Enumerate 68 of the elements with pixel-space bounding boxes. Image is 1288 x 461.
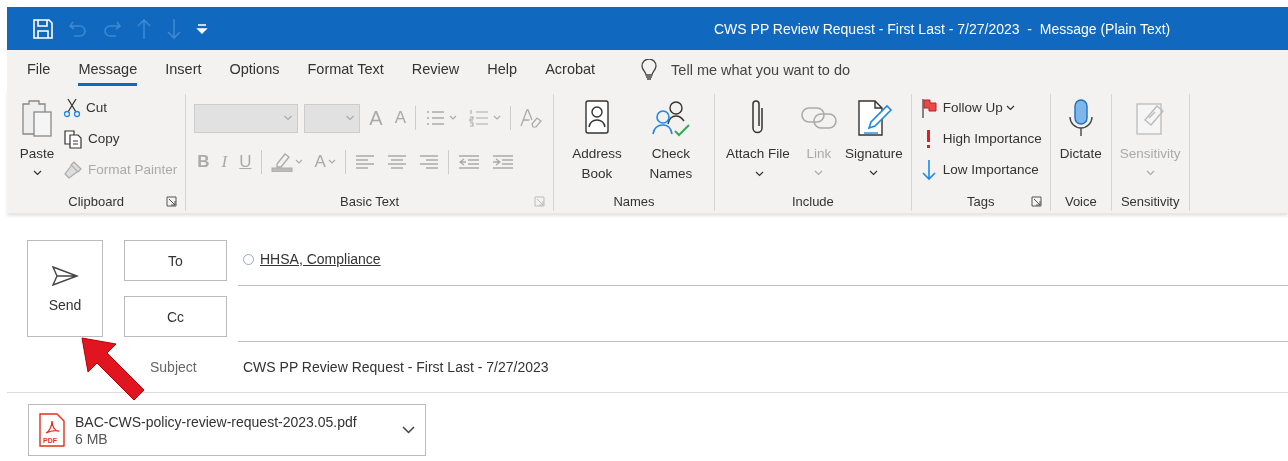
ribbon-button[interactable]: High Importance: [919, 127, 1042, 150]
ribbon-tab[interactable]: Acrobat: [545, 54, 596, 86]
group-label: Voice: [1064, 193, 1097, 209]
tell-me-search[interactable]: Tell me what you want to do: [641, 59, 851, 81]
arrow-annotation-icon: [80, 336, 146, 402]
subject-label: Subject: [150, 359, 198, 375]
down-arrow-icon: [919, 158, 938, 181]
button-label: Signature: [844, 145, 903, 163]
button-label: Follow Up: [942, 100, 1015, 115]
button-label: Attach File: [722, 144, 793, 184]
button-label: Dictate: [1059, 145, 1102, 163]
ribbon-button[interactable]: Check Names: [635, 94, 706, 191]
button-label: Copy: [88, 131, 120, 146]
ribbon-tab[interactable]: Message: [78, 54, 138, 86]
button-label: Sensitivity: [1119, 145, 1181, 163]
ribbon-button[interactable]: Address Book: [561, 94, 632, 191]
window-title: CWS PP Review Request - First Last - 7/27/2023 - Message (Plain Text): [714, 20, 1171, 37]
save-icon[interactable]: [32, 17, 54, 40]
scissors-icon: [63, 97, 81, 118]
ribbon-button[interactable]: Paste: [15, 94, 59, 191]
send-button[interactable]: Send: [27, 240, 103, 337]
paintbrush-icon: [63, 159, 83, 180]
button-label: Format Painter: [88, 162, 178, 177]
customize-icon[interactable]: [196, 22, 208, 35]
people-check-icon: [649, 98, 692, 138]
group-label: Include: [791, 193, 834, 209]
attachment-size: 6 MB: [75, 430, 109, 447]
send-icon: [51, 264, 79, 287]
attachment-name: BAC-CWS-policy-review-request-2023.05.pdf: [75, 413, 358, 430]
chevron-down-icon[interactable]: [402, 426, 415, 434]
copy-pages-icon: [63, 128, 83, 149]
button-label: Check Names: [648, 145, 694, 183]
ribbon-button[interactable]: Follow Up: [919, 96, 1042, 119]
button-label: Paste: [19, 145, 55, 163]
ribbon-tab[interactable]: Format Text: [307, 54, 384, 86]
ribbon-tab[interactable]: Insert: [165, 54, 202, 86]
ribbon-tab[interactable]: Help: [487, 54, 518, 86]
clipboard-icon: [20, 98, 54, 138]
group-label: Clipboard: [68, 193, 124, 209]
group-label: Sensitivity: [1120, 193, 1180, 209]
dialog-launcher-icon[interactable]: [1030, 195, 1042, 207]
exclamation-icon: [927, 129, 931, 148]
ribbon-button[interactable]: Signature: [844, 94, 903, 191]
ribbon-tab[interactable]: Review: [411, 54, 460, 86]
button-label: Cut: [86, 100, 107, 115]
ribbon-button[interactable]: Dictate: [1058, 94, 1103, 191]
button-label: Link: [806, 145, 832, 163]
ribbon-button[interactable]: Cut: [63, 96, 178, 119]
group-label: Tags: [967, 193, 995, 209]
cc-button[interactable]: Cc: [124, 296, 227, 337]
ribbon-button[interactable]: Low Importance: [919, 158, 1042, 181]
ribbon-button[interactable]: Attach File: [722, 94, 793, 191]
flag-icon: [919, 97, 938, 118]
ribbon-button[interactable]: Copy: [63, 127, 178, 150]
button-label: Address Book: [571, 145, 623, 183]
group-label: Basic Text: [340, 193, 400, 209]
dialog-launcher-icon[interactable]: [166, 195, 178, 207]
pdf-file-icon: [39, 413, 65, 447]
button-label: High Importance: [942, 131, 1042, 146]
button-label: Low Importance: [942, 162, 1039, 177]
tell-me-placeholder: Tell me what you want to do: [671, 62, 851, 78]
ribbon-tab[interactable]: File: [27, 54, 51, 86]
group-label: Names: [613, 193, 655, 209]
recipient-link[interactable]: HHSA, Compliance: [260, 251, 381, 267]
ribbon-tab[interactable]: Options: [229, 54, 280, 86]
to-button[interactable]: To: [124, 240, 227, 281]
lightbulb-icon: [641, 59, 658, 81]
subject-field[interactable]: CWS PP Review Request - First Last - 7/27/2023: [243, 359, 549, 375]
